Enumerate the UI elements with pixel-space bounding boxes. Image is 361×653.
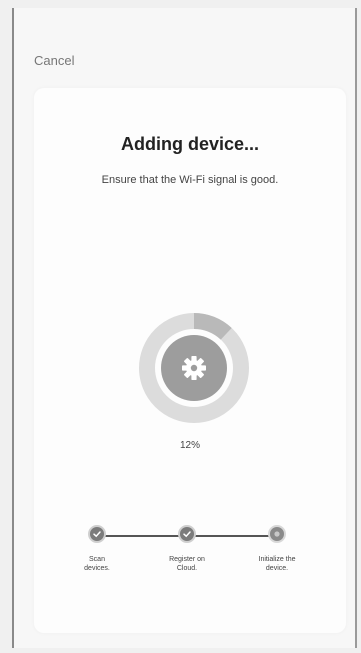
check-icon — [93, 531, 101, 538]
dot-icon — [274, 531, 280, 537]
step-scan-devices: Scan devices. — [55, 525, 139, 573]
check-icon — [183, 531, 191, 538]
gear-icon — [182, 356, 206, 380]
progress-ring — [139, 313, 249, 423]
step-status-dot — [88, 525, 106, 543]
step-label: Scan devices. — [84, 556, 110, 572]
step-status-dot — [268, 525, 286, 543]
device-screen: Cancel Adding device... Ensure that the … — [12, 8, 357, 648]
wifi-hint-text: Ensure that the Wi-Fi signal is good. — [101, 174, 279, 186]
adding-device-card: Adding device... Ensure that the Wi-Fi s… — [34, 88, 346, 633]
step-register-cloud: Register on Cloud. — [145, 525, 229, 573]
step-label: Initialize the device. — [258, 556, 296, 572]
step-label: Register on Cloud. — [169, 556, 205, 572]
step-initialize-device: Initialize the device. — [235, 525, 319, 573]
step-status-dot — [178, 525, 196, 543]
progress-percent: 12% — [179, 440, 200, 451]
page-title: Adding device... — [120, 134, 260, 154]
cancel-button[interactable]: Cancel — [34, 53, 74, 68]
